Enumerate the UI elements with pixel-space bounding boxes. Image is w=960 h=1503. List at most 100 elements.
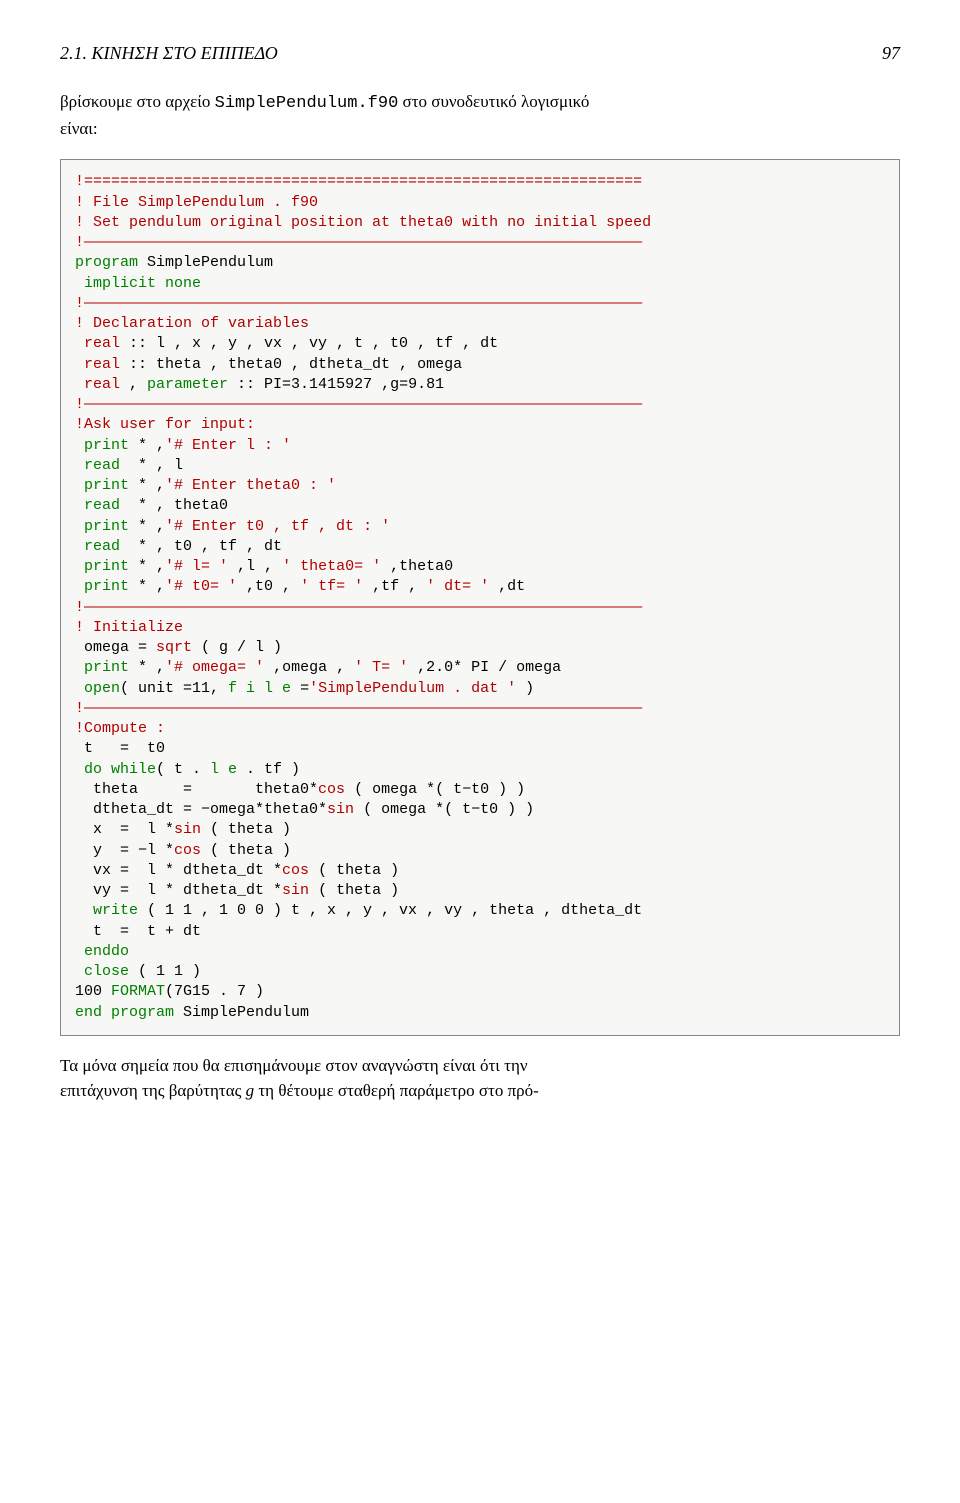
outro-text-a: Τα μόνα σημεία που θα επισημάνουμε στον … bbox=[60, 1056, 528, 1075]
keyword: write bbox=[75, 902, 138, 919]
fn-call: sin bbox=[174, 821, 201, 838]
string: '# l= ' bbox=[165, 558, 228, 575]
code-text: ( 1 1 ) bbox=[129, 963, 201, 980]
comment: !Ask user for input: bbox=[75, 416, 255, 433]
outro-text-c: τη θέτουμε σταθερή παράμετρο στο πρό- bbox=[254, 1081, 539, 1100]
code-text: (7G15 . 7 ) bbox=[165, 983, 264, 1000]
fn-call: cos bbox=[318, 781, 345, 798]
code-text: SimplePendulum bbox=[138, 254, 273, 271]
string: '# Enter theta0 : ' bbox=[165, 477, 336, 494]
code-text: ( unit =11, bbox=[120, 680, 228, 697]
keyword: FORMAT bbox=[111, 983, 165, 1000]
code-text: ( theta ) bbox=[201, 842, 291, 859]
code-text: ,2.0* PI / omega bbox=[408, 659, 561, 676]
type: real bbox=[75, 376, 120, 393]
keyword: print bbox=[75, 558, 129, 575]
fn-call: sin bbox=[282, 882, 309, 899]
keyword: print bbox=[75, 518, 129, 535]
code-text: ,dt bbox=[489, 578, 525, 595]
keyword: l e bbox=[210, 761, 237, 778]
page-number: 97 bbox=[882, 40, 900, 66]
code-text: ( theta ) bbox=[309, 882, 399, 899]
keyword: print bbox=[75, 437, 129, 454]
outro-text-b: επιτάχυνση της βαρύτητας bbox=[60, 1081, 246, 1100]
comment: !=======================================… bbox=[75, 173, 642, 190]
code-text: omega = bbox=[75, 639, 156, 656]
code-text: SimplePendulum bbox=[174, 1004, 309, 1021]
code-text: dtheta_dt = −omega*theta0* bbox=[75, 801, 327, 818]
code-text: ,theta0 bbox=[381, 558, 453, 575]
fn-call: sin bbox=[327, 801, 354, 818]
comment: !Compute : bbox=[75, 720, 165, 737]
code-text: ( theta ) bbox=[201, 821, 291, 838]
keyword: program bbox=[75, 254, 138, 271]
comment: !———————————————————————————————————————… bbox=[75, 295, 642, 312]
string: '# Enter l : ' bbox=[165, 437, 291, 454]
code-text: ( omega *( t−t0 ) ) bbox=[345, 781, 525, 798]
code-text: * , bbox=[129, 477, 165, 494]
code-text: ( g / l ) bbox=[192, 639, 282, 656]
type: real bbox=[75, 356, 120, 373]
comment: !———————————————————————————————————————… bbox=[75, 234, 642, 251]
comment: ! Initialize bbox=[75, 619, 183, 636]
comment: ! File SimplePendulum . f90 bbox=[75, 194, 318, 211]
keyword: f i l e bbox=[228, 680, 291, 697]
code-text: ) bbox=[516, 680, 534, 697]
intro-text-a: βρίσκουμε στο αρχείο bbox=[60, 92, 215, 111]
comment: !———————————————————————————————————————… bbox=[75, 700, 642, 717]
code-text: t = t0 bbox=[75, 740, 165, 757]
string: ' tf= ' bbox=[300, 578, 363, 595]
code-text: :: l , x , y , vx , vy , t , t0 , tf , d… bbox=[120, 335, 498, 352]
comment: !———————————————————————————————————————… bbox=[75, 599, 642, 616]
outro-paragraph: Τα μόνα σημεία που θα επισημάνουμε στον … bbox=[60, 1054, 900, 1103]
keyword: enddo bbox=[75, 943, 129, 960]
string: '# Enter t0 , tf , dt : ' bbox=[165, 518, 390, 535]
string: ' T= ' bbox=[354, 659, 408, 676]
code-text: t = t + dt bbox=[75, 923, 201, 940]
code-text: theta = theta0* bbox=[75, 781, 318, 798]
string: ' theta0= ' bbox=[282, 558, 381, 575]
code-text: ( 1 1 , 1 0 0 ) t , x , y , vx , vy , th… bbox=[138, 902, 642, 919]
code-text: * , bbox=[129, 659, 165, 676]
keyword: implicit none bbox=[75, 275, 201, 292]
intro-code-filename: SimplePendulum.f90 bbox=[215, 94, 399, 113]
comment: ! Declaration of variables bbox=[75, 315, 309, 332]
keyword: read bbox=[75, 538, 120, 555]
section-label: 2.1. ΚΙΝΗΣΗ ΣΤΟ ΕΠΙΠΕΔΟ bbox=[60, 40, 278, 66]
fn-call: cos bbox=[174, 842, 201, 859]
code-text: ( theta ) bbox=[309, 862, 399, 879]
keyword: print bbox=[75, 659, 129, 676]
code-text: ,l , bbox=[228, 558, 282, 575]
fn-call: cos bbox=[282, 862, 309, 879]
keyword: close bbox=[75, 963, 129, 980]
comment: !———————————————————————————————————————… bbox=[75, 396, 642, 413]
fn-call: sqrt bbox=[156, 639, 192, 656]
code-text: x = l * bbox=[75, 821, 174, 838]
code-text: ,tf , bbox=[363, 578, 426, 595]
keyword: parameter bbox=[147, 376, 228, 393]
type: real bbox=[75, 335, 120, 352]
code-text: . tf ) bbox=[237, 761, 300, 778]
comment: ! Set pendulum original position at thet… bbox=[75, 214, 651, 231]
code-text: ( t . bbox=[156, 761, 210, 778]
code-text: ( omega *( t−t0 ) ) bbox=[354, 801, 534, 818]
keyword: end program bbox=[75, 1004, 174, 1021]
keyword: print bbox=[75, 578, 129, 595]
code-text: = bbox=[291, 680, 309, 697]
code-text: ,omega , bbox=[264, 659, 354, 676]
code-text: ,t0 , bbox=[237, 578, 300, 595]
intro-text-b: στο συνοδευτικό λογισμικό bbox=[398, 92, 589, 111]
code-text: * , bbox=[129, 518, 165, 535]
intro-paragraph: βρίσκουμε στο αρχείο SimplePendulum.f90 … bbox=[60, 90, 900, 141]
code-text: :: PI=3.1415927 ,g=9.81 bbox=[228, 376, 444, 393]
keyword: do while bbox=[75, 761, 156, 778]
math-g: g bbox=[246, 1081, 255, 1100]
code-text: vy = l * dtheta_dt * bbox=[75, 882, 282, 899]
intro-text-c: είναι: bbox=[60, 119, 98, 138]
page-header: 2.1. ΚΙΝΗΣΗ ΣΤΟ ΕΠΙΠΕΔΟ 97 bbox=[60, 40, 900, 66]
string: '# omega= ' bbox=[165, 659, 264, 676]
code-text: :: theta , theta0 , dtheta_dt , omega bbox=[120, 356, 462, 373]
string: 'SimplePendulum . dat ' bbox=[309, 680, 516, 697]
code-listing: !=======================================… bbox=[60, 159, 900, 1036]
keyword: read bbox=[75, 457, 120, 474]
